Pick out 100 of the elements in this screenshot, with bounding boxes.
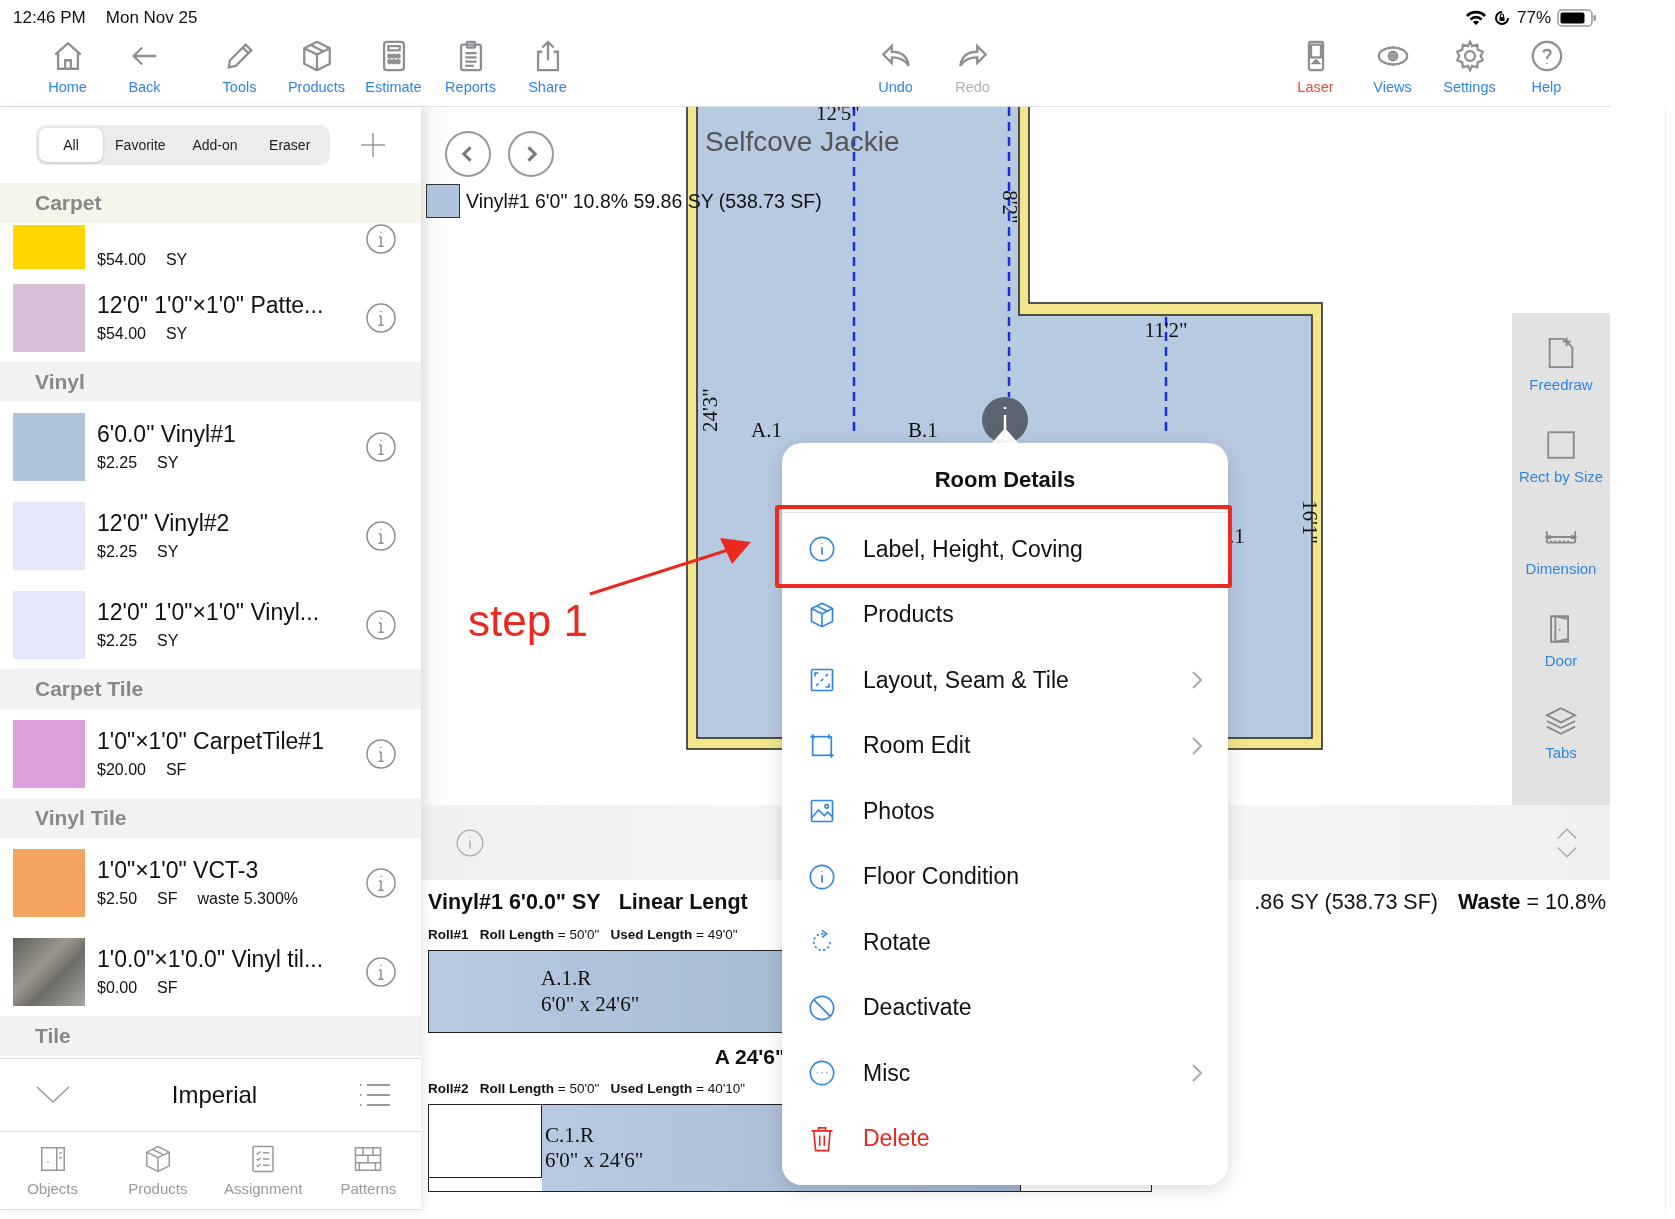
info-marker-icon[interactable] [982,397,1028,443]
product-row[interactable]: 12'0" 1'0"×1'0" Vinyl... $2.25 SY [0,580,421,669]
strip-size: 6'0" x 24'6" [545,1148,644,1174]
toolbar-button[interactable]: Laser [1277,35,1354,101]
menu-item[interactable]: Layout, Seam & Tile [782,650,1228,710]
roll-details: Roll#1 Roll Length = 50'0" Used Length = 49'0" [428,927,738,942]
product-price: $0.00 [97,979,138,997]
product-title: 12'0" 1'0"×1'0" Vinyl... [97,599,321,626]
seam-label: A.1 [751,418,782,442]
category-header: Vinyl Tile [0,798,421,838]
product-title: 1'0"×1'0" VCT-3 [97,857,260,884]
toolbar-button[interactable]: Reports [432,35,509,101]
toolbar-button[interactable]: Products [278,35,355,101]
info-icon[interactable] [365,430,397,463]
toolbar-button[interactable]: Undo [857,35,934,101]
category-header: Vinyl [0,362,421,402]
product-row[interactable]: 1'0.0"×1'0.0" Vinyl til... $0.00 SF [0,927,421,1016]
chevron-right-icon [1192,671,1202,689]
product-title: 12'0" Vinyl#2 [97,510,231,537]
waste-total: Waste = 10.8% [1458,890,1606,915]
roll-details: Roll#2 Roll Length = 50'0" Used Length = 40'10" [428,1081,746,1096]
info-icon[interactable] [365,608,397,641]
toolbar-button[interactable]: Share [509,35,586,101]
product-row[interactable]: 12'0" 1'0"×1'0" Patte... $54.00 SY [0,273,421,362]
toolbar-button[interactable]: Tools [201,35,278,101]
filter-tab[interactable]: Favorite [103,128,178,162]
toolbar-button[interactable]: Redo [934,35,1011,101]
category-header: Tile [0,1016,421,1056]
layers-icon [1544,704,1578,738]
product-row[interactable]: 12'0" Vinyl#2 $2.25 SY [0,491,421,580]
toolbar-button[interactable]: Settings [1431,35,1508,101]
roll-total-length: A 24'6" [714,1045,785,1069]
menu-item[interactable]: Floor Condition [782,847,1228,906]
legend-swatch [426,184,460,218]
toolbar-button[interactable]: Estimate [355,35,432,101]
product-price: $54.00 [97,325,146,343]
filter-tab[interactable]: Eraser [252,128,327,162]
product-price: $2.25 [97,632,138,650]
toolbar-button[interactable]: Help [1508,35,1585,101]
add-icon[interactable] [360,132,386,158]
product-row[interactable]: 1'0"×1'0" VCT-3 $2.50 SF waste 5.300% [0,838,421,927]
room-name: Selfcove Jackie [705,126,900,157]
next-button[interactable] [508,131,554,177]
unit-system-label: Imperial [171,1081,258,1109]
expand-collapse-icon[interactable] [1556,826,1578,859]
strip-size: 6'0" x 24'6" [541,991,640,1017]
drawing-tool-button[interactable]: Rect by Size [1518,417,1604,485]
info-icon[interactable] [365,301,397,334]
menu-item[interactable]: Delete [782,1109,1228,1168]
list-icon[interactable] [359,1083,391,1107]
product-price: $2.25 [97,543,138,561]
previous-button[interactable] [445,131,491,177]
bottom-tab[interactable]: Objects [0,1132,106,1209]
drawing-tool-button[interactable]: Door [1544,601,1578,669]
square-icon [1544,428,1578,462]
product-unit: SY [165,251,188,269]
dimension-label: 24'3" [698,388,722,432]
toolbar-button[interactable]: Home [29,35,106,101]
product-summary-title: Vinyl#1 6'0.0" SY [428,890,601,915]
bottom-tab[interactable]: Assignment [210,1132,316,1209]
chevron-down-icon[interactable] [36,1086,70,1104]
info-icon[interactable] [365,223,397,255]
seam-label: B.1 [908,418,938,442]
product-row[interactable]: 1'0"×1'0" CarpetTile#1 $20.00 SF [0,709,421,798]
menu-item[interactable]: Photos [782,781,1228,841]
drawing-tool-button[interactable]: Tabs [1544,693,1578,761]
bottom-tab[interactable]: Products [105,1132,211,1209]
info-icon [808,535,836,563]
product-price: $54.00 [97,251,146,269]
info-icon[interactable] [365,955,397,988]
product-row[interactable]: 6'0.0" Vinyl#1 $2.25 SY [0,402,421,491]
menu-item[interactable]: Deactivate [782,978,1228,1037]
drawing-tool-button[interactable]: Freedraw [1529,325,1593,393]
menu-item[interactable]: Room Edit [782,716,1228,775]
filter-tab[interactable]: Add-on [177,128,253,162]
product-title: 1'0.0"×1'0.0" Vinyl til... [97,946,325,973]
drawing-tool-button[interactable]: Dimension [1525,509,1597,577]
info-icon[interactable] [365,866,397,899]
menu-item[interactable]: Label, Height, Coving [782,519,1228,579]
rotation-lock-icon [1492,8,1511,27]
category-header: Carpet [0,183,421,223]
info-icon[interactable] [365,519,397,552]
menu-item[interactable]: Rotate [782,912,1228,972]
toolbar-button[interactable]: Back [106,35,183,101]
info-icon[interactable] [365,737,397,770]
menu-item[interactable]: Products [782,585,1228,644]
toolbar-button[interactable]: Views [1354,35,1431,101]
frame-icon [808,731,836,760]
product-row[interactable]: $54.00 SY [0,223,421,273]
product-price: $20.00 [97,761,146,779]
dimension-label: 8'2" [998,190,1022,224]
more-icon [808,1059,836,1087]
filter-tab[interactable]: All [39,128,103,162]
product-unit: SF [157,979,178,997]
info-icon[interactable] [456,828,484,857]
battery-percent: 77% [1516,7,1551,28]
menu-item[interactable]: Misc [782,1043,1228,1103]
bottom-tab[interactable]: Patterns [315,1132,421,1209]
wifi-icon [1464,9,1487,26]
photo-icon [808,797,836,825]
